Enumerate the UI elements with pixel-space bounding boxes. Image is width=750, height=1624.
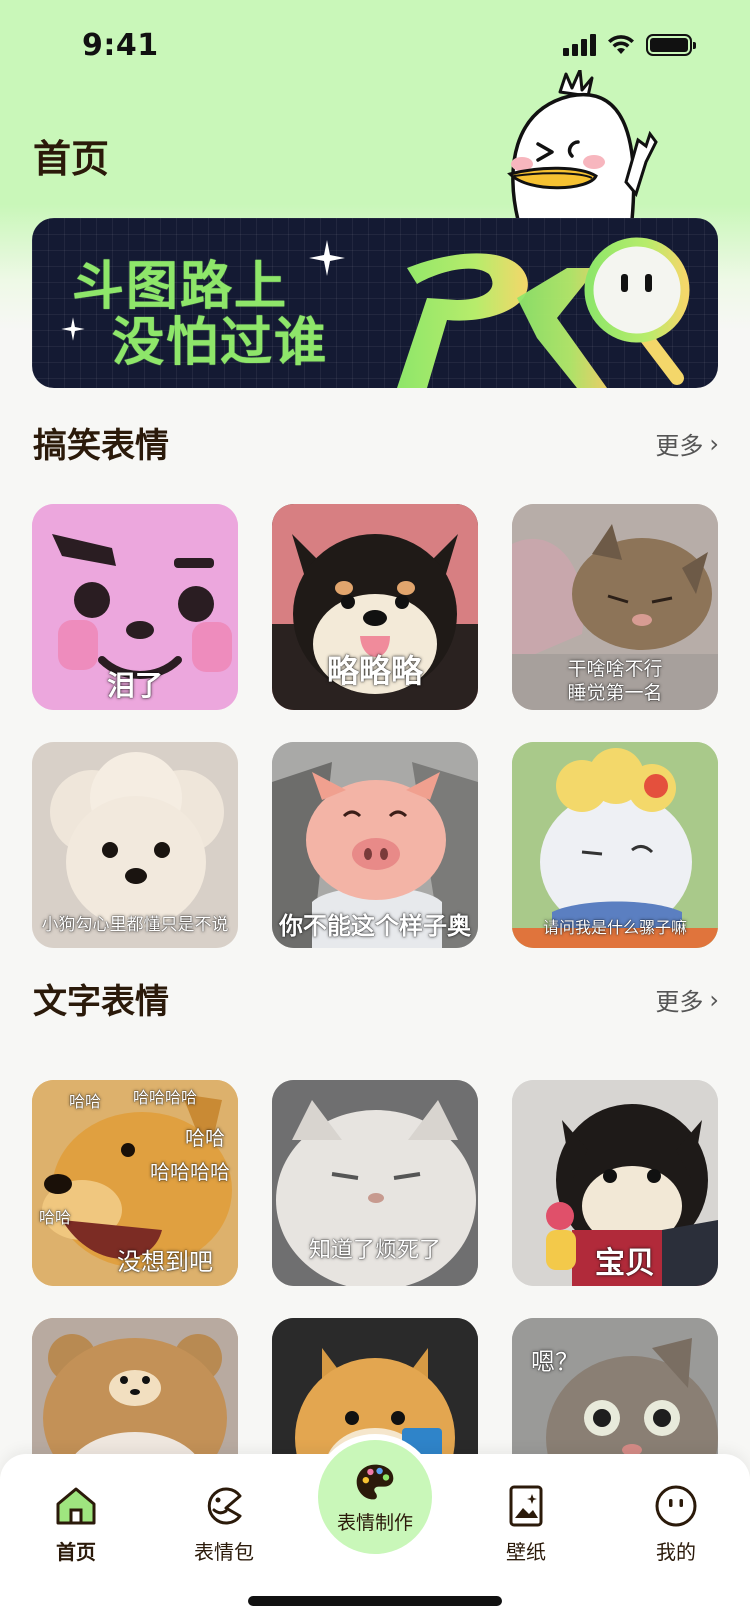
sticker-extra-text: 哈哈哈哈 [150,1160,230,1184]
sticker-caption: 干啥啥不行 [567,658,663,680]
more-link-text[interactable]: 更多 › [655,982,719,1017]
status-time: 9:41 [82,28,159,63]
sticker-tile[interactable]: 干啥啥不行 睡觉第一名 [512,504,718,710]
section-header-funny: 搞笑表情 更多 › [33,418,719,468]
sticker-tile[interactable]: 略略略 [272,504,478,710]
sticker-caption: 你不能这个样子奥 [279,912,471,940]
sticker-tile[interactable]: 小狗勾心里都懂只是不说 [32,742,238,948]
sticker-extra-text: 哈哈 [185,1126,225,1150]
promo-banner[interactable]: 斗图路上 没怕过谁 [32,218,718,388]
sticker-caption: 小狗勾心里都懂只是不说 [41,915,229,935]
sticker-tile[interactable]: 宝贝 [512,1080,718,1286]
palette-icon [356,1464,394,1500]
tab-stickers[interactable]: 表情包 [164,1482,284,1565]
tab-label: 表情包 [194,1540,254,1564]
page-title: 首页 [33,137,110,181]
sticker-tile[interactable]: 哈哈 哈哈哈哈 哈哈 哈哈哈哈 哈哈 没想到吧 [32,1080,238,1286]
sticker-caption-line-2: 睡觉第一名 [567,682,663,704]
home-indicator [248,1596,502,1606]
sticker-extra-text: 哈哈哈哈 [132,1088,197,1107]
tab-sticker-maker[interactable]: 表情制作 [318,1440,432,1554]
home-icon [56,1487,96,1525]
sticker-tile[interactable]: 知道了烦死了 [272,1080,478,1286]
wallpaper-icon [509,1485,543,1527]
cellular-signal-icon [563,34,596,56]
tab-wallpaper[interactable]: 壁纸 [466,1482,586,1565]
more-label: 更多 [655,432,704,460]
tab-label: 我的 [656,1540,696,1564]
sticker-caption: 嗯？ [531,1348,579,1376]
sticker-caption: 请问我是什么骡子嘛 [542,918,687,937]
wifi-icon [608,35,634,54]
pro-logo-illustration [397,237,690,388]
tab-home[interactable]: 首页 [16,1482,136,1565]
battery-icon [646,34,696,56]
sticker-face-icon [207,1487,242,1525]
tab-label: 壁纸 [506,1540,546,1564]
tab-label: 首页 [56,1540,96,1564]
section-title-text: 文字表情 [33,982,169,1022]
status-icons [563,34,696,56]
duck-mascot-illustration [507,70,658,220]
sticker-caption: 略略略 [326,652,423,690]
section-header-text: 文字表情 更多 › [33,974,719,1024]
banner-line-2: 没怕过谁 [112,313,329,373]
more-label: 更多 [655,988,704,1016]
chevron-right-icon: › [709,985,719,1014]
tab-label: 表情制作 [336,1512,413,1534]
smiley-icon [655,1485,697,1527]
sparkle-icon [309,240,345,276]
section-title-funny: 搞笑表情 [33,426,169,466]
sticker-tile[interactable]: 请问我是什么骡子嘛 [512,742,718,948]
chevron-right-icon: › [709,429,719,458]
tab-profile[interactable]: 我的 [616,1482,736,1565]
sparkle-small-icon [61,317,85,341]
sticker-caption: 没想到吧 [117,1248,213,1276]
sticker-caption: 泪了 [106,669,163,702]
sticker-extra-text: 哈哈 [38,1208,71,1227]
sticker-tile[interactable]: 泪了 [32,504,238,710]
more-link-funny[interactable]: 更多 › [655,426,719,461]
sticker-caption: 宝贝 [595,1246,655,1281]
sticker-caption: 知道了烦死了 [308,1238,441,1263]
sticker-tile[interactable]: 你不能这个样子奥 [272,742,478,948]
